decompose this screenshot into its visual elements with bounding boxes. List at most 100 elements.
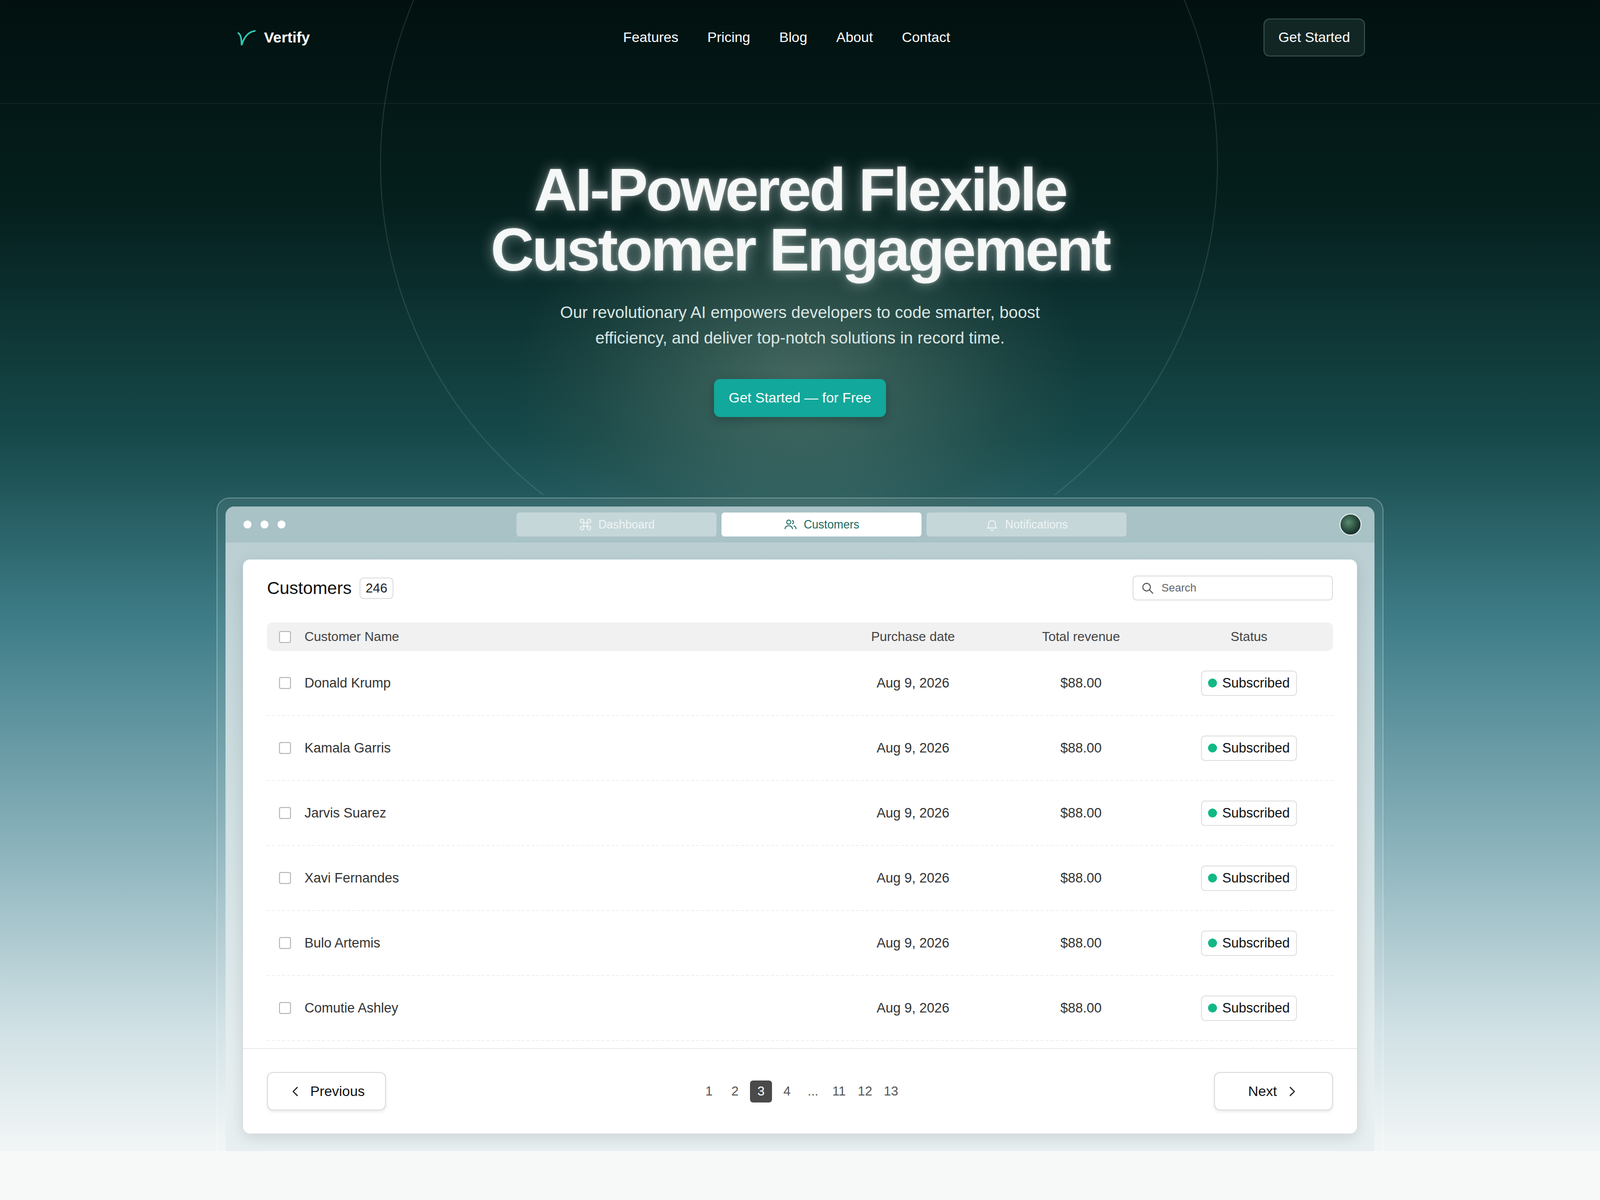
customer-name: Donald Krump	[304, 675, 829, 691]
total-revenue: $88.00	[997, 1000, 1165, 1016]
row-checkbox-cell	[267, 872, 305, 884]
tab[interactable]: Dashboard	[516, 512, 717, 537]
page-number[interactable]: 4	[776, 1080, 798, 1103]
table-row[interactable]: Comutie AshleyAug 9, 2026$88.00Subscribe…	[267, 976, 1333, 1041]
customer-name: Xavi Fernandes	[304, 870, 829, 886]
row-checkbox[interactable]	[279, 937, 291, 949]
status-badge: Subscribed	[1201, 930, 1297, 956]
purchase-date: Aug 9, 2026	[829, 935, 997, 951]
window-dots	[243, 520, 304, 529]
purchase-date: Aug 9, 2026	[829, 870, 997, 886]
users-icon	[783, 517, 798, 532]
row-checkbox-cell	[267, 742, 305, 754]
row-checkbox[interactable]	[279, 1002, 291, 1014]
page-number[interactable]: 3	[750, 1080, 772, 1103]
search-input[interactable]	[1160, 581, 1325, 595]
total-revenue: $88.00	[997, 870, 1165, 886]
nav-link[interactable]: Pricing	[707, 29, 751, 46]
status-dot	[1208, 938, 1217, 948]
page-number[interactable]: 2	[724, 1080, 746, 1103]
customers-card: Customers 246 Customer NamePurchase dateTo…	[243, 559, 1357, 1134]
purchase-date: Aug 9, 2026	[829, 740, 997, 756]
page-number[interactable]: 13	[880, 1080, 902, 1103]
hero-section: Vertify Features Pricing Blog About Contact Ge…	[0, 0, 1600, 1151]
status-cell: Subscribed	[1165, 995, 1333, 1021]
page-number[interactable]: ...	[802, 1080, 824, 1103]
table-row[interactable]: Xavi FernandesAug 9, 2026$88.00 Subscribe…	[267, 846, 1333, 911]
nav-link[interactable]: Contact	[902, 29, 951, 46]
user-avatar[interactable]	[1339, 513, 1362, 536]
row-checkbox[interactable]	[279, 807, 291, 819]
pagination: Previous1234...111213Next	[243, 1048, 1357, 1134]
status-dot	[1208, 808, 1217, 818]
purchase-date: Aug 9, 2026	[829, 675, 997, 691]
search-field[interactable]	[1132, 575, 1333, 601]
customer-name: Jarvis Suarez	[304, 805, 829, 821]
row-checkbox-cell	[267, 1002, 305, 1014]
navbar: Vertify Features Pricing Blog About Contact Ge…	[0, 0, 1600, 104]
customer-name: Bulo Artemis	[304, 935, 829, 951]
page-number[interactable]: 1	[698, 1080, 720, 1103]
row-checkbox-cell	[267, 677, 305, 689]
hero-subtitle: Our revolutionary AI empowers developers…	[560, 299, 1040, 351]
select-all-checkbox[interactable]	[279, 631, 291, 643]
purchase-date: Aug 9, 2026	[829, 805, 997, 821]
table-row[interactable]: Donald KrumpAug 9, 2026$88.00 Subscribed	[267, 651, 1333, 716]
brand-icon	[235, 26, 257, 49]
status-cell: Subscribed	[1165, 865, 1333, 891]
total-revenue: $88.00	[997, 675, 1165, 691]
window-dot	[277, 520, 286, 529]
window-dot	[243, 520, 252, 529]
status-cell: Subscribed	[1165, 800, 1333, 826]
command-icon	[578, 517, 593, 532]
bell-icon	[985, 517, 999, 532]
column-header: Status	[1165, 629, 1333, 645]
column-header: Purchase date	[829, 629, 997, 645]
cta-button[interactable]: Get Started — for Free	[714, 379, 887, 417]
table-header: Customer NamePurchase dateTotal revenueS…	[267, 622, 1333, 651]
status-dot	[1208, 678, 1217, 688]
status-badge: Subscribed	[1201, 995, 1297, 1021]
row-checkbox[interactable]	[279, 677, 291, 689]
tab[interactable]: Customers	[721, 512, 922, 537]
status-dot	[1208, 873, 1217, 883]
page-number[interactable]: 11	[828, 1080, 850, 1103]
nav-link[interactable]: Blog	[779, 29, 807, 46]
column-header: Customer Name	[304, 629, 829, 645]
nav-link[interactable]: Features	[623, 29, 679, 46]
app-preview: DashboardCustomersNotificationsCustomers…	[216, 497, 1384, 1151]
status-cell: Subscribed	[1165, 670, 1333, 696]
landing-page: Vertify Features Pricing Blog About Contact Ge…	[0, 0, 1600, 1200]
table-row[interactable]: Jarvis SuarezAug 9, 2026$88.00Subscribed	[267, 781, 1333, 846]
tab[interactable]: Notifications	[926, 512, 1127, 537]
purchase-date: Aug 9, 2026	[829, 1000, 997, 1016]
status-badge: Subscribed	[1201, 865, 1297, 891]
previous-button[interactable]: Previous	[267, 1072, 386, 1111]
table-row[interactable]: Bulo ArtemisAug 9, 2026$88.00Subscribed	[267, 911, 1333, 976]
status-cell: Subscribed	[1165, 930, 1333, 956]
customers-table: Customer NamePurchase dateTotal revenueS…	[267, 622, 1333, 1041]
row-checkbox[interactable]	[279, 742, 291, 754]
tab-bar: DashboardCustomersNotifications	[516, 512, 1127, 537]
get-started-button[interactable]: Get Started	[1263, 18, 1365, 57]
total-revenue: $88.00	[997, 805, 1165, 821]
hero: AI-Powered FlexibleCustomer EngagementOu…	[0, 104, 1600, 417]
column-header: Total revenue	[997, 629, 1165, 645]
row-checkbox[interactable]	[279, 872, 291, 884]
table-row[interactable]: Kamala GarrisAug 9, 2026$88.00Subscribed	[267, 716, 1333, 781]
total-revenue: $88.00	[997, 740, 1165, 756]
chevron-left-icon	[288, 1084, 303, 1099]
header-checkbox-cell	[267, 631, 305, 643]
next-button[interactable]: Next	[1214, 1072, 1333, 1111]
search-icon	[1140, 581, 1155, 595]
status-badge: Subscribed	[1201, 670, 1297, 696]
status-dot	[1208, 743, 1217, 753]
count-badge: 246	[359, 577, 393, 599]
window-bar: DashboardCustomersNotifications	[225, 506, 1375, 543]
page-number[interactable]: 12	[854, 1080, 876, 1103]
brand-logo[interactable]: Vertify	[235, 18, 310, 57]
chevron-right-icon	[1285, 1084, 1299, 1099]
page-list: 1234...111213	[698, 1080, 902, 1103]
card-title: Customers	[267, 578, 352, 598]
nav-link[interactable]: About	[836, 29, 873, 46]
